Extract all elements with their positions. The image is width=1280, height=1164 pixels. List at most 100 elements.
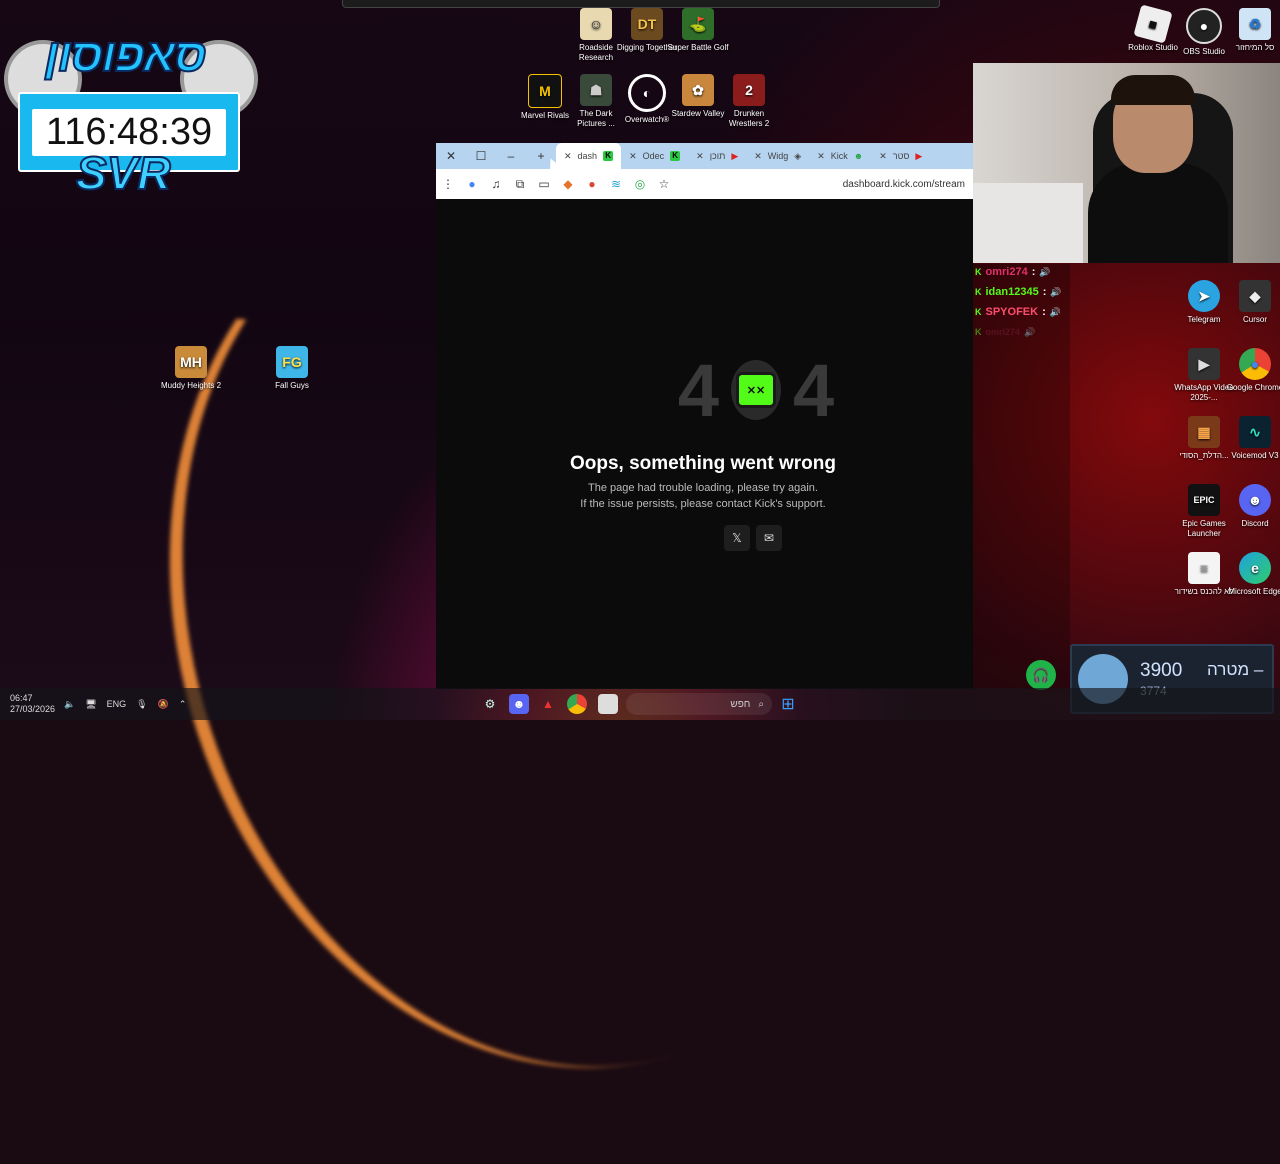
desktop-icon-fallguys[interactable]: FG Fall Guys xyxy=(261,346,323,391)
obs-icon: ● xyxy=(1186,8,1222,44)
icon-label: Roadside Research xyxy=(578,43,614,62)
icon-label: Epic Games Launcher xyxy=(1182,519,1226,538)
chat-overlay: Komri274: 🔊 Kidan12345: 🔊 K SPYOFEK: 🔊 Komri… xyxy=(975,262,1075,342)
volume-icon[interactable]: 🔈 xyxy=(64,699,75,710)
tab-dashboard[interactable]: ✕ dash K xyxy=(556,143,622,169)
icon-label: Telegram xyxy=(1187,315,1221,324)
overwatch-icon: ◐ xyxy=(628,74,666,112)
close-tab-icon[interactable]: ✕ xyxy=(629,151,637,162)
support-chat-button[interactable]: 🎧 xyxy=(1026,660,1056,690)
desktop-icon-golf[interactable]: ⛳ Super Battle Golf xyxy=(667,8,729,53)
close-tab-icon[interactable]: ✕ xyxy=(696,151,704,162)
tab-widgets[interactable]: ✕ Widg ◈ xyxy=(746,143,809,169)
tab-other[interactable]: ✕ סטר ▶ xyxy=(871,143,930,169)
search-placeholder: חפש xyxy=(730,698,751,710)
extension-icon[interactable]: ≋ xyxy=(604,177,628,191)
media-icon[interactable]: ♫ xyxy=(484,177,508,191)
tab-label: Odec xyxy=(642,151,665,161)
tab-content[interactable]: ✕ תוכן ▶ xyxy=(688,143,746,169)
menu-icon[interactable]: ⋮ xyxy=(436,177,460,191)
file-explorer-icon[interactable] xyxy=(598,694,618,714)
chat-message: K SPYOFEK: 🔊 xyxy=(975,302,1075,322)
close-tab-icon[interactable]: ✕ xyxy=(817,151,825,162)
maximize-button[interactable]: ☐ xyxy=(466,149,496,163)
extensions-icon[interactable]: ⧉ xyxy=(508,177,532,192)
muddy-icon: MH xyxy=(175,346,207,378)
x-social-button[interactable]: 𝕏 xyxy=(724,525,750,551)
darkpictures-icon: ☗ xyxy=(580,74,612,106)
network-icon[interactable]: 🖥 xyxy=(85,699,96,710)
tab-strip: ✕ ☐ – + ✕ dash K ✕ Odec K ✕ תוכן ▶ ✕ Widg ◈ ✕ Kic… xyxy=(436,143,973,169)
desktop-icon-chrome[interactable]: ● Google Chrome xyxy=(1224,348,1280,393)
page-content: 4 ✕✕ 4 Oops, something went wrong The pa… xyxy=(436,199,973,689)
chat-username: idan12345 xyxy=(985,286,1039,298)
speaker-icon: 🔊 xyxy=(1049,306,1061,317)
chat-username: omri274 xyxy=(985,266,1028,278)
extension-icon[interactable]: ● xyxy=(580,177,604,191)
discord-icon: ☻ xyxy=(1239,484,1271,516)
icon-label: Stardew Valley xyxy=(671,109,725,118)
document-icon: ≡ xyxy=(1188,552,1220,584)
chrome-icon: ● xyxy=(1239,348,1271,380)
tab-label: תוכן xyxy=(709,151,726,161)
extension-icon[interactable]: ◎ xyxy=(628,177,652,191)
desktop-icon-discord[interactable]: ☻ Discord xyxy=(1224,484,1280,529)
notification-off-icon[interactable]: 🔕 xyxy=(158,699,169,710)
error-message: The page had trouble loading, please try… xyxy=(386,480,1020,512)
close-window-button[interactable]: ✕ xyxy=(436,149,466,163)
error-digit: 4 xyxy=(677,348,719,432)
desktop-icon-drunken[interactable]: 2 Drunken Wrestlers 2 xyxy=(718,74,780,129)
tab-odec[interactable]: ✕ Odec K xyxy=(621,143,688,169)
microphone-icon[interactable]: 🎙 xyxy=(136,699,147,710)
language-indicator[interactable]: ENG xyxy=(107,699,127,709)
icon-label: הדלת_הסודי... xyxy=(1179,451,1229,460)
profile-icon[interactable]: ● xyxy=(460,177,484,191)
desktop-icon-voicemod[interactable]: ∿ Voicemod V3 xyxy=(1224,416,1280,461)
discord-taskbar-icon[interactable]: ☻ xyxy=(509,694,529,714)
icon-label: Cursor xyxy=(1242,315,1267,324)
error-line: If the issue persists, please contact Ki… xyxy=(580,498,826,510)
windows-start-icon[interactable]: ⊞ xyxy=(778,694,798,714)
minimize-button[interactable]: – xyxy=(496,149,526,163)
desktop-icon-recycle[interactable]: ♻ סל המיחזור xyxy=(1224,8,1280,53)
kick-badge-icon: K xyxy=(975,267,982,277)
browser-toolbar: ⋮ ● ♫ ⧉ ▭ ◆ ● ≋ ◎ ☆ dashboard.kick.com/s… xyxy=(436,169,973,199)
desktop-icon-cursor[interactable]: ◆ Cursor xyxy=(1224,280,1280,325)
chat-separator: : xyxy=(1042,286,1047,298)
tab-label: dash xyxy=(577,151,598,161)
taskbar-search[interactable]: חפש ⌕ xyxy=(626,693,772,715)
streamer-logo: סאפוסון xyxy=(44,28,207,82)
clock[interactable]: 06:47 27/03/2026 xyxy=(10,688,55,720)
clock-date: 27/03/2026 xyxy=(10,704,56,714)
chat-username: SPYOFEK xyxy=(985,306,1039,318)
email-button[interactable]: ✉ xyxy=(756,525,782,551)
extension-icon[interactable]: ◆ xyxy=(556,177,580,191)
icon-label: Muddy Heights 2 xyxy=(160,381,222,390)
desktop-icon-edge[interactable]: e Microsoft Edge xyxy=(1224,552,1280,597)
desktop-icon-muddy[interactable]: MH Muddy Heights 2 xyxy=(160,346,222,391)
tab-kick[interactable]: ✕ Kick ☻ xyxy=(809,143,871,169)
screen-icon[interactable]: ▭ xyxy=(532,177,556,191)
steam-icon[interactable]: ⚙ xyxy=(480,694,500,714)
app-taskbar-icon[interactable]: ▲ xyxy=(538,694,558,714)
chevron-up-icon[interactable]: ⌃ xyxy=(179,699,187,710)
error-digit: 4 xyxy=(793,348,835,432)
icon-label: Voicemod V3 xyxy=(1231,451,1279,460)
close-tab-icon[interactable]: ✕ xyxy=(879,151,887,162)
error-404-graphic: 4 ✕✕ 4 xyxy=(666,349,846,432)
chrome-taskbar-icon[interactable] xyxy=(567,694,587,714)
recycle-bin-icon: ♻ xyxy=(1239,8,1271,40)
drunken-icon: 2 xyxy=(733,74,765,106)
youtube-favicon-icon: ▶ xyxy=(731,150,739,161)
roadside-icon: ☺ xyxy=(580,8,612,40)
chat-username: omri274 xyxy=(985,327,1021,337)
speaker-icon: 🔊 xyxy=(1024,326,1036,337)
video-file-icon: ▶ xyxy=(1188,348,1220,380)
close-tab-icon[interactable]: ✕ xyxy=(754,151,762,162)
chat-message: Komri274 🔊 xyxy=(975,322,1075,342)
system-tray: 🔈 🖥 ENG 🎙 🔕 ⌃ xyxy=(64,688,186,720)
bookmark-star-icon[interactable]: ☆ xyxy=(652,177,676,191)
speaker-icon: 🔊 xyxy=(1039,266,1051,277)
address-bar[interactable]: dashboard.kick.com/stream xyxy=(843,179,973,190)
close-tab-icon[interactable]: ✕ xyxy=(564,151,572,162)
